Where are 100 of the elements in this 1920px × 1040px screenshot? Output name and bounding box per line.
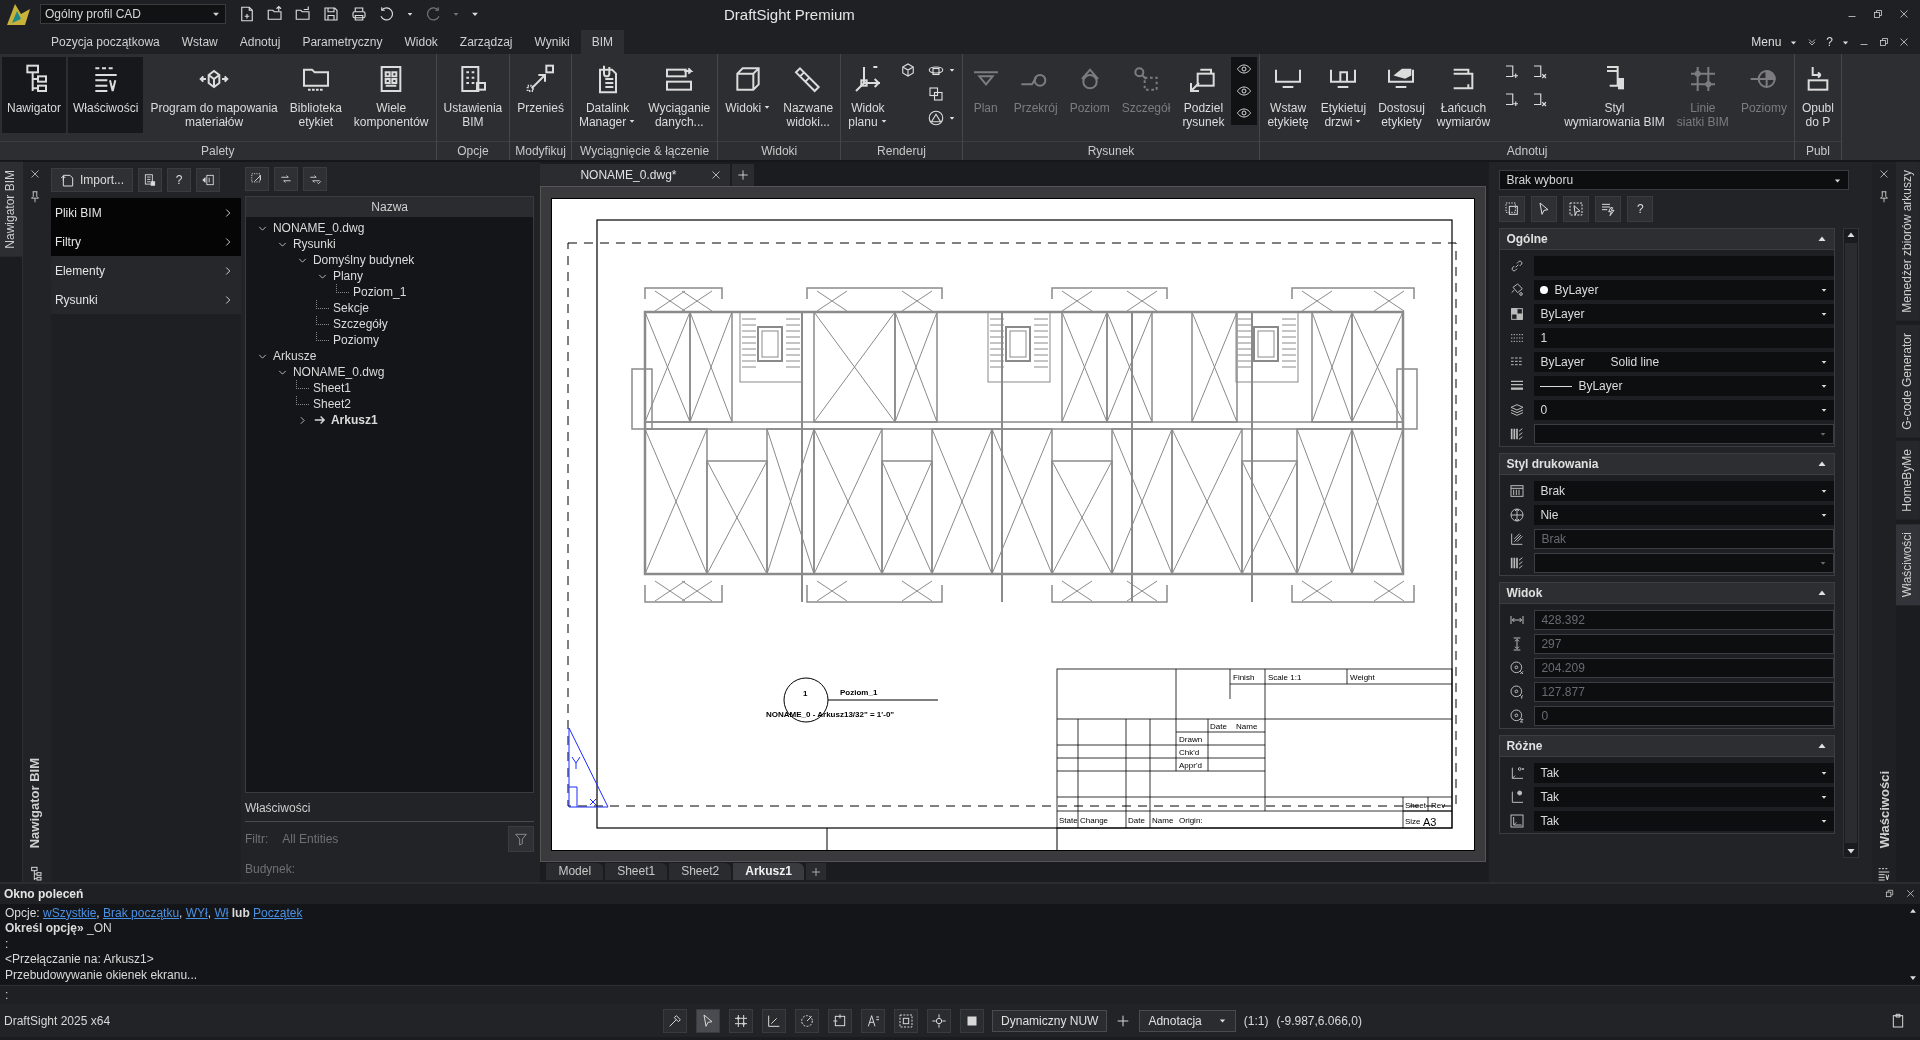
polar-icon[interactable]	[795, 1008, 820, 1033]
help-button[interactable]: ?	[1826, 35, 1833, 49]
layout-tab[interactable]: Sheet2	[669, 863, 732, 880]
quick-select-icon[interactable]	[1595, 196, 1622, 222]
ribbon-tab[interactable]: Zarządzaj	[448, 30, 524, 54]
ribbon-button[interactable]: Wstaw etykietę	[1262, 57, 1314, 133]
document-tab[interactable]: NONAME_0.dwg*	[540, 164, 731, 186]
side-tab[interactable]: Nawigator BIM	[0, 162, 22, 257]
option-link[interactable]: Początek	[253, 905, 303, 920]
panel-toggle-icon[interactable]	[195, 168, 220, 192]
coordinate-system-button[interactable]: Dynamiczny NUW	[992, 1009, 1108, 1032]
tree-item[interactable]: Arkusze	[272, 349, 317, 364]
restore-icon[interactable]	[1878, 36, 1890, 48]
layout-tab[interactable]: Model	[546, 863, 604, 880]
ribbon-button[interactable]: Nazwane widoki...	[778, 57, 839, 133]
category-item[interactable]: Filtry	[50, 227, 241, 256]
ribbon-button[interactable]: Widok planu	[843, 57, 893, 133]
locate-icon[interactable]	[927, 1008, 952, 1033]
ribbon-tab[interactable]: Widok	[393, 30, 449, 54]
ribbon-button[interactable]: Łańcuch wymiarów	[1431, 57, 1496, 133]
category-item[interactable]: Pliki BIM	[50, 198, 241, 227]
ortho-icon[interactable]	[762, 1008, 787, 1033]
ribbon-button[interactable]: Biblioteka etykiet	[284, 57, 347, 133]
cubes-icon[interactable]	[926, 85, 945, 103]
ribbon-tab[interactable]: Wstaw	[170, 30, 229, 54]
ribbon-button[interactable]: Wyciąganie danych...	[643, 57, 716, 133]
ribbon-button[interactable]: Widoki	[720, 57, 777, 133]
folder-export-icon[interactable]	[294, 5, 312, 23]
help-button[interactable]: ?	[1627, 196, 1654, 222]
layout-tab[interactable]: Arkusz1	[733, 863, 804, 880]
pin-icon[interactable]	[27, 190, 42, 204]
snap-icon[interactable]	[828, 1008, 853, 1033]
help-button[interactable]: ?	[166, 168, 191, 192]
close-icon[interactable]	[1878, 168, 1891, 180]
caret-icon[interactable]	[947, 66, 956, 74]
save-icon[interactable]	[322, 5, 340, 23]
database-file-icon[interactable]	[137, 168, 162, 192]
property-field[interactable]	[1534, 256, 1835, 276]
close-icon[interactable]	[28, 168, 41, 180]
ribbon-button[interactable]: Podziel rysunek	[1177, 57, 1230, 133]
redo-icon[interactable]	[424, 5, 442, 23]
property-dropdown[interactable]: Tak	[1534, 787, 1835, 807]
side-tab[interactable]: Właściwości	[1896, 524, 1920, 606]
print-icon[interactable]	[350, 5, 368, 23]
filter-button[interactable]	[508, 826, 535, 852]
tree-item[interactable]: Sekcje	[332, 301, 369, 316]
ribbon-button[interactable]: Opubl do P	[1796, 57, 1839, 133]
property-dropdown[interactable]: ByLayer	[1534, 280, 1835, 300]
tree-item[interactable]: Sheet1	[312, 381, 351, 396]
close-icon[interactable]	[1898, 8, 1910, 20]
option-link[interactable]: Wł	[214, 905, 229, 920]
tree-item[interactable]: Arkusz1	[330, 413, 378, 428]
cursor-icon[interactable]	[696, 1008, 721, 1033]
new-file-icon[interactable]	[238, 5, 256, 23]
restore-icon[interactable]	[1872, 8, 1884, 20]
property-dropdown[interactable]: ByLayer	[1534, 304, 1835, 324]
undo-icon[interactable]	[378, 5, 396, 23]
tree-item[interactable]: Sheet2	[312, 397, 351, 412]
square-icon[interactable]	[960, 1008, 985, 1033]
ribbon-tab[interactable]: Parametryczny	[291, 30, 394, 54]
viewport-icon[interactable]	[894, 1008, 919, 1033]
ribbon-button[interactable]: Właściwości	[68, 57, 144, 133]
ribbon-tab[interactable]: Adnotuj	[228, 30, 292, 54]
triangle-circle-icon[interactable]	[926, 109, 945, 127]
tree-item[interactable]: Poziomy	[332, 333, 379, 348]
sync-icon[interactable]	[273, 167, 298, 192]
ribbon-button[interactable]: Etykietuj drzwi	[1315, 57, 1372, 133]
close-icon[interactable]	[710, 169, 723, 181]
import-button[interactable]: Import...	[50, 168, 133, 192]
ribbon-button[interactable]: Dostosuj etykiety	[1373, 57, 1430, 133]
tree-item[interactable]: Rysunki	[292, 237, 336, 252]
caret-icon[interactable]	[947, 114, 956, 122]
profile-dropdown[interactable]: Ogólny profil CAD	[40, 4, 226, 24]
tree-item[interactable]: Domyślny budynek	[312, 253, 415, 268]
clipboard-icon[interactable]	[1890, 1012, 1906, 1029]
category-item[interactable]: Rysunki	[50, 285, 241, 314]
restore-icon[interactable]	[1884, 888, 1895, 900]
ribbon-button[interactable]: Datalink Manager	[573, 57, 642, 133]
ribbon-tab[interactable]: Wyniki	[523, 30, 581, 54]
ribbon-button[interactable]: Przenieś	[512, 57, 569, 133]
layout-tab[interactable]: Sheet1	[605, 863, 668, 880]
ribbon-button[interactable]: Ustawienia BIM	[438, 57, 508, 133]
property-dropdown[interactable]: Tak	[1534, 811, 1835, 831]
ribbon-tab[interactable]: Pozycja początkowa	[40, 30, 171, 54]
cursor-icon[interactable]	[1531, 196, 1558, 222]
annotation-icon[interactable]	[861, 1008, 886, 1033]
ribbon-tab[interactable]: BIM	[580, 30, 625, 54]
property-dropdown[interactable]: Tak	[1534, 763, 1835, 783]
command-input[interactable]: :	[0, 985, 1920, 1004]
grid-icon[interactable]	[729, 1008, 754, 1033]
side-tab[interactable]: HomeByMe	[1896, 441, 1920, 521]
select-objects-icon[interactable]	[1499, 196, 1526, 222]
tools-icon[interactable]	[663, 1008, 688, 1033]
select-objects-icon[interactable]	[244, 167, 269, 192]
tree-item[interactable]: NONAME_0.dwg	[272, 221, 365, 236]
property-dropdown[interactable]: ByLayer Solid line	[1534, 352, 1835, 372]
property-dropdown[interactable]: 0	[1534, 400, 1835, 420]
side-tab[interactable]: G-code Generator	[1896, 324, 1920, 438]
select-window-icon[interactable]	[1563, 196, 1590, 222]
pin-icon[interactable]	[1877, 190, 1892, 204]
